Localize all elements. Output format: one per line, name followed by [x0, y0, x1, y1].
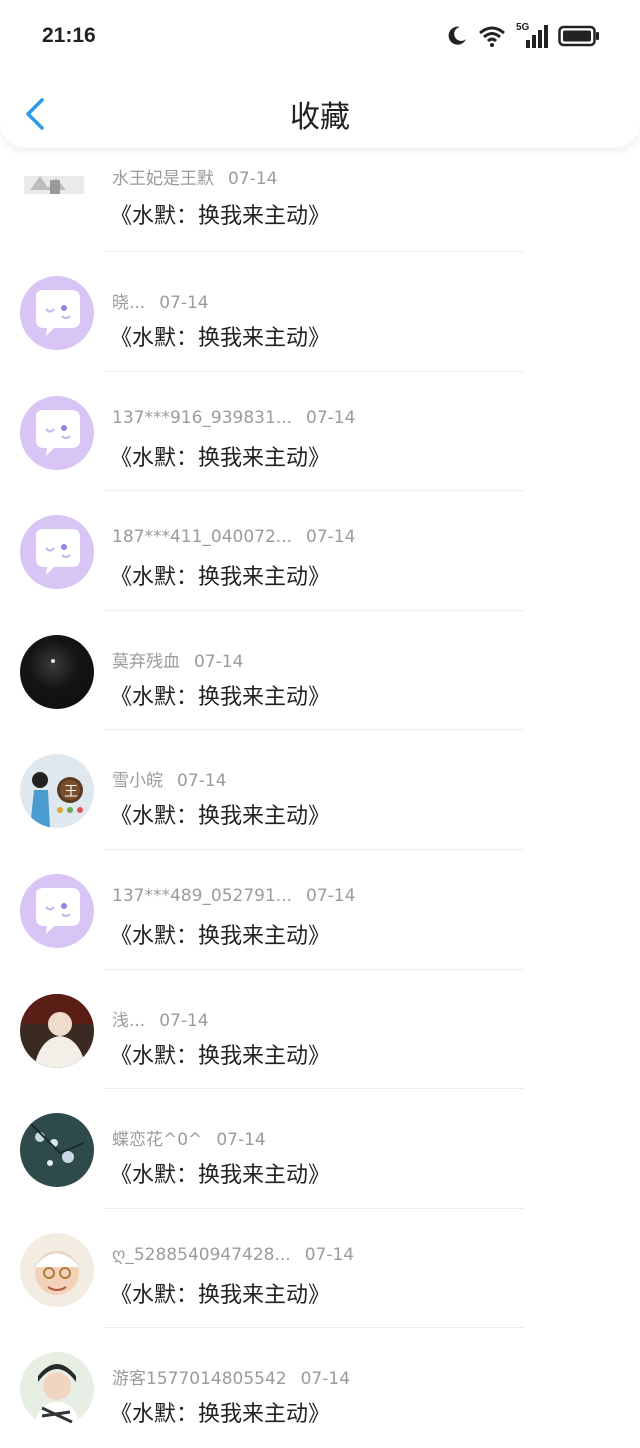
- date: 07-14: [159, 293, 209, 313]
- wifi-icon: [479, 26, 505, 47]
- username: 137***916_939831...: [112, 407, 293, 428]
- avatar: [20, 395, 94, 470]
- list-item[interactable]: 游客1577014805542 07-14 《水默：换我来主动》: [0, 1328, 640, 1448]
- username: 雪小皖: [112, 771, 163, 792]
- date: 07-14: [228, 169, 278, 189]
- avatar: [20, 1113, 94, 1188]
- book-title: 《水默：换我来主动》: [110, 1282, 331, 1308]
- username: 187***411_040072...: [112, 527, 293, 548]
- list-item[interactable]: 137***489_052791... 07-14 《水默：换我来主动》: [0, 850, 640, 970]
- list-item[interactable]: ღ_5288540947428... 07-14 《水默：换我来主动》: [0, 1209, 640, 1329]
- date: 07-14: [194, 651, 244, 672]
- date: 07-14: [216, 1130, 266, 1151]
- book-title: 《水默：换我来主动》: [110, 445, 331, 471]
- username: 137***489_052791...: [112, 885, 293, 906]
- username: 水王妃是王默: [112, 169, 214, 189]
- favorites-list: 水王妃是王默 07-14 《水默：换我来主动》 晓... 07-14 《水默：换我来…: [0, 148, 640, 1448]
- avatar: [20, 993, 94, 1068]
- book-title: 《水默：换我来主动》: [110, 326, 331, 351]
- chat-bubble-icon: [36, 887, 80, 934]
- date: 07-14: [306, 407, 356, 428]
- avatar: [20, 515, 94, 590]
- list-item[interactable]: 王 雪小皖 07-14 《水默：换我来主动》: [0, 730, 640, 850]
- list-item[interactable]: 137***916_939831... 07-14 《水默：换我来主动》: [0, 372, 640, 492]
- date: 07-14: [177, 771, 227, 792]
- chat-bubble-icon: [36, 529, 80, 576]
- username: 游客1577014805542: [112, 1369, 287, 1390]
- username: 浅...: [112, 1010, 146, 1031]
- avatar: [20, 1352, 94, 1427]
- list-item[interactable]: 浅... 07-14 《水默：换我来主动》: [0, 970, 640, 1090]
- date: 07-14: [306, 885, 356, 906]
- status-icons: 5G: [446, 22, 600, 50]
- status-time: 21:16: [42, 24, 96, 47]
- book-title: 《水默：换我来主动》: [110, 1402, 331, 1428]
- moon-icon: [448, 26, 466, 45]
- avatar: [20, 873, 94, 948]
- page-title: 收藏: [290, 100, 350, 135]
- date: 07-14: [304, 1244, 355, 1265]
- book-title: 《水默：换我来主动》: [110, 204, 331, 229]
- date: 07-14: [306, 527, 356, 548]
- date: 07-14: [159, 1010, 209, 1031]
- book-title: 《水默：换我来主动》: [110, 1043, 331, 1069]
- avatar: [20, 276, 94, 350]
- chat-bubble-icon: [36, 290, 80, 336]
- book-title: 《水默：换我来主动》: [110, 684, 331, 710]
- list-item[interactable]: 晓... 07-14 《水默：换我来主动》: [0, 252, 640, 372]
- avatar: 王: [20, 754, 94, 829]
- date: 07-14: [300, 1369, 351, 1390]
- avatar: [20, 1232, 94, 1307]
- avatar: [20, 634, 94, 709]
- avatar: [20, 158, 86, 208]
- book-title: 《水默：换我来主动》: [110, 565, 331, 591]
- top-bar: 21:16 5G 收藏: [0, 0, 640, 148]
- signal-icon: 5G: [516, 22, 548, 48]
- username: 蝶恋花^0^: [112, 1130, 203, 1151]
- list-item[interactable]: 莫弃残血 07-14 《水默：换我来主动》: [0, 611, 640, 731]
- battery-icon: [558, 25, 599, 47]
- svg-text:王: 王: [64, 784, 78, 800]
- book-title: 《水默：换我来主动》: [110, 1163, 331, 1189]
- list-item[interactable]: 187***411_040072... 07-14 《水默：换我来主动》: [0, 491, 640, 611]
- book-title: 《水默：换我来主动》: [110, 923, 331, 949]
- username: 莫弃残血: [112, 651, 180, 672]
- book-title: 《水默：换我来主动》: [110, 804, 331, 830]
- list-item[interactable]: 水王妃是王默 07-14 《水默：换我来主动》: [0, 148, 640, 252]
- chat-bubble-icon: [36, 409, 80, 456]
- username: 晓...: [112, 293, 146, 313]
- list-item[interactable]: 蝶恋花^0^ 07-14 《水默：换我来主动》: [0, 1089, 640, 1209]
- username: ღ_5288540947428...: [112, 1244, 291, 1265]
